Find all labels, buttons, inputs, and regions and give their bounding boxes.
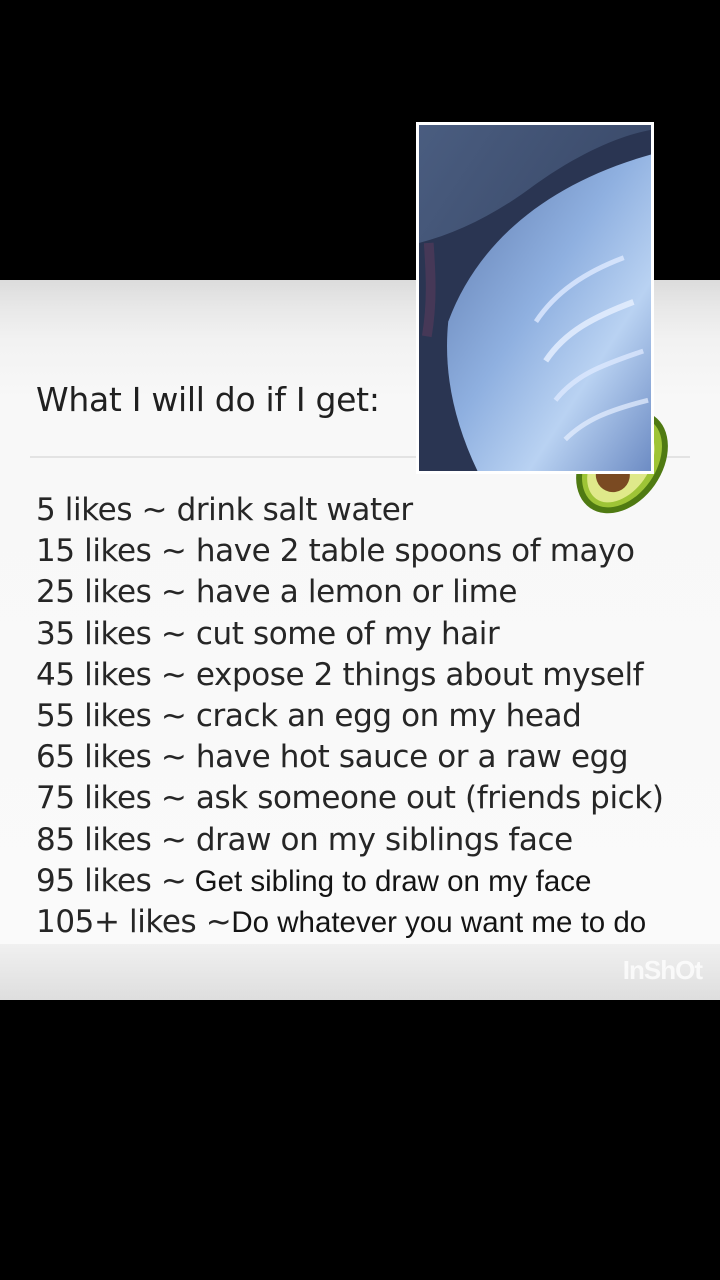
card-bottom-band (0, 944, 720, 1000)
action-text: have a lemon or lime (186, 574, 518, 611)
likes-count: 25 likes ~ (36, 574, 187, 611)
likes-count: 45 likes ~ (36, 656, 187, 693)
list-item: 45 likes ~ expose 2 things about myself (36, 655, 664, 696)
action-text: have 2 table spoons of mayo (186, 533, 635, 570)
action-text: have hot sauce or a raw egg (186, 739, 629, 776)
list-item: 35 likes ~ cut some of my hair (36, 614, 664, 655)
list-item: 55 likes ~ crack an egg on my head (36, 696, 664, 737)
action-text: draw on my siblings face (186, 821, 573, 858)
action-text: Get sibling to draw on my face (186, 864, 592, 898)
list-item: 75 likes ~ ask someone out (friends pick… (36, 778, 664, 819)
likes-count: 35 likes ~ (36, 615, 187, 652)
likes-count: 75 likes ~ (36, 780, 187, 817)
list-item: 85 likes ~ draw on my siblings face (36, 820, 664, 861)
action-text: Do whatever you want me to do (231, 905, 647, 939)
likes-count: 85 likes ~ (36, 821, 187, 858)
likes-count: 65 likes ~ (36, 739, 187, 776)
action-text: drink salt water (167, 492, 414, 528)
likes-count: 55 likes ~ (36, 697, 187, 734)
likes-count: 95 likes ~ (36, 862, 187, 899)
action-text: expose 2 things about myself (186, 656, 644, 693)
photo-overlay (416, 122, 654, 474)
list-item: 105+ likes ~Do whatever you want me to d… (36, 902, 664, 943)
list-title: What I will do if I get: (36, 380, 380, 419)
inshot-watermark: InShOt (622, 955, 703, 985)
likes-list: 5 likes ~ drink salt water 15 likes ~ ha… (36, 490, 664, 943)
list-item: 15 likes ~ have 2 table spoons of mayo (36, 531, 664, 572)
likes-count: 5 likes ~ (36, 492, 168, 528)
video-frame: What I will do if I get: 5 likes ~ drink… (0, 0, 720, 1280)
list-item: 25 likes ~ have a lemon or lime (36, 572, 664, 613)
list-item: 95 likes ~ Get sibling to draw on my fac… (36, 861, 664, 902)
likes-count: 105+ likes ~ (36, 903, 232, 940)
action-text: ask someone out (friends pick) (186, 780, 664, 817)
action-text: crack an egg on my head (186, 697, 582, 734)
action-text: cut some of my hair (186, 615, 500, 652)
likes-count: 15 likes ~ (36, 533, 187, 570)
list-item: 65 likes ~ have hot sauce or a raw egg (36, 737, 664, 778)
